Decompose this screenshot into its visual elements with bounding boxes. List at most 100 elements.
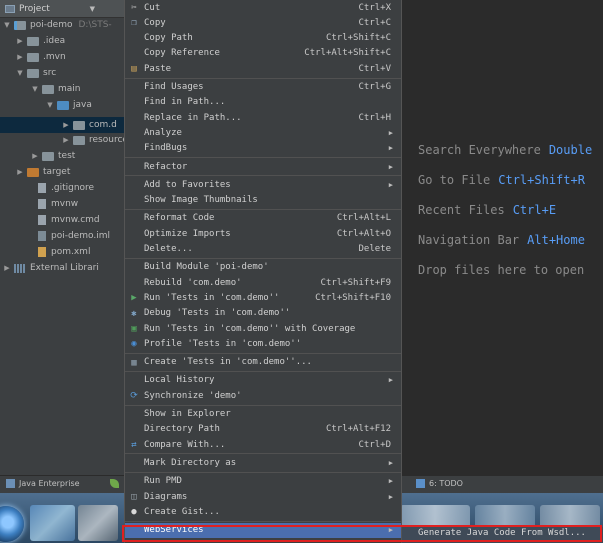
menu-item-run-pmd[interactable]: Run PMD ▶: [125, 474, 401, 489]
tree-item-external-librari[interactable]: ▶ External Librari: [0, 260, 128, 276]
todo-icon: [416, 479, 425, 488]
menu-item-reformat-code[interactable]: Reformat Code Ctrl+Alt+L: [125, 211, 401, 226]
menu-separator: [125, 257, 401, 259]
chevron-right-icon: ▶: [388, 180, 393, 189]
chevron-right-icon[interactable]: ▶: [16, 37, 24, 45]
menu-item-replace-in-path[interactable]: Replace in Path... Ctrl+H: [125, 110, 401, 125]
menu-item-create-tests-in-com-demo[interactable]: ▦ Create 'Tests in 'com.demo''...: [125, 355, 401, 370]
file-icon: [38, 215, 46, 225]
menu-item-label: Show Image Thumbnails: [144, 195, 258, 206]
project-header[interactable]: Project ▼: [0, 0, 125, 18]
context-menu: ✂ Cut Ctrl+X ❐ Copy Ctrl+C Copy Path Ctrl+Shift…: [124, 0, 402, 543]
menu-item-shortcut: Ctrl+C: [358, 17, 391, 28]
menu-item-label: Find in Path...: [144, 97, 226, 108]
menu-item-optimize-imports[interactable]: Optimize Imports Ctrl+Alt+O: [125, 226, 401, 241]
chevron-right-icon: ▶: [388, 376, 393, 385]
menu-item-label: Mark Directory as: [144, 457, 237, 468]
editor-empty-area[interactable]: Search Everywhere Double Go to File Ctrl+Sh…: [403, 0, 603, 475]
chevron-right-icon[interactable]: ▶: [62, 136, 70, 144]
menu-item-compare-with[interactable]: ⇄ Compare With... Ctrl+D: [125, 437, 401, 452]
menu-item-add-to-favorites[interactable]: Add to Favorites ▶: [125, 177, 401, 192]
module-icon: [14, 20, 26, 30]
chevron-down-icon[interactable]: ▼: [3, 21, 11, 29]
menu-item-show-image-thumbnails[interactable]: Show Image Thumbnails: [125, 193, 401, 208]
run-icon: ▶: [131, 293, 137, 304]
menu-item-find-usages[interactable]: Find Usages Ctrl+G: [125, 80, 401, 95]
menu-item-label: Add to Favorites: [144, 179, 231, 190]
menu-item-create-gist[interactable]: ● Create Gist...: [125, 504, 401, 519]
chevron-right-icon[interactable]: ▶: [31, 152, 39, 160]
menu-item-rebuild-com-demo[interactable]: Rebuild 'com.demo' Ctrl+Shift+F9: [125, 275, 401, 290]
library-icon: [14, 263, 26, 273]
hint-text: Navigation Bar: [418, 233, 520, 247]
todo-tab[interactable]: 6: TODO: [416, 479, 463, 488]
project-tool-window: Project ▼ ▼ poi-demo D:\STS- ▶ .idea ▶ .mvn ▼ sr…: [0, 0, 187, 475]
menu-item-copy-path[interactable]: Copy Path Ctrl+Shift+C: [125, 31, 401, 46]
project-header-label: Project: [19, 3, 50, 14]
menu-item-label: Diagrams: [144, 491, 188, 502]
menu-item-diagrams[interactable]: ◫ Diagrams ▶: [125, 489, 401, 504]
tree-item-src[interactable]: ▼ src: [0, 65, 141, 81]
chevron-down-icon[interactable]: ▼: [46, 101, 54, 109]
taskbar-app-icon[interactable]: [30, 505, 75, 541]
menu-item-directory-path[interactable]: Directory Path Ctrl+Alt+F12: [125, 422, 401, 437]
menu-item-label: Show in Explorer: [144, 409, 231, 419]
leaf-icon[interactable]: [110, 479, 123, 488]
tree-item-idea[interactable]: ▶ .idea: [0, 33, 141, 49]
menu-item-label: Replace in Path...: [144, 112, 242, 123]
tree-item-label: java: [73, 100, 92, 110]
chevron-right-icon[interactable]: ▶: [16, 168, 24, 176]
chevron-right-icon[interactable]: ▶: [16, 53, 24, 61]
menu-item-cut[interactable]: ✂ Cut Ctrl+X: [125, 0, 401, 15]
menu-item-label: Create Gist...: [144, 506, 220, 517]
menu-item-debug-tests-in-com-demo[interactable]: ✱ Debug 'Tests in 'com.demo'': [125, 306, 401, 321]
menu-item-find-in-path[interactable]: Find in Path...: [125, 95, 401, 110]
menu-item-run-tests-in-com-demo[interactable]: ▶ Run 'Tests in 'com.demo'' Ctrl+Shift+F10: [125, 290, 401, 305]
chevron-right-icon: ▶: [388, 492, 393, 501]
menu-separator: [125, 352, 401, 354]
menu-item-refactor[interactable]: Refactor ▶: [125, 159, 401, 174]
menu-item-delete[interactable]: Delete... Delete: [125, 242, 401, 257]
chevron-down-icon[interactable]: ▼: [16, 69, 24, 77]
menu-item-local-history[interactable]: Local History ▶: [125, 373, 401, 388]
java-enterprise-tab[interactable]: Java Enterprise: [6, 479, 80, 488]
menu-item-mark-directory-as[interactable]: Mark Directory as ▶: [125, 455, 401, 470]
chevron-right-icon: ▶: [388, 144, 393, 153]
menu-separator: [125, 370, 401, 372]
tree-item-label: target: [43, 167, 71, 177]
java-enterprise-label: Java Enterprise: [19, 479, 80, 488]
chevron-down-icon[interactable]: ▼: [31, 85, 39, 93]
menu-item-label: Copy Path: [144, 33, 193, 44]
menu-item-shortcut: Ctrl+G: [358, 82, 391, 92]
menu-item-build-module-poi-demo[interactable]: Build Module 'poi-demo': [125, 260, 401, 275]
chevron-down-icon[interactable]: ▼: [90, 5, 95, 13]
tree-item-poi-demo[interactable]: ▼ poi-demo D:\STS-: [0, 17, 128, 33]
java-enterprise-icon: [6, 479, 15, 488]
menu-item-analyze[interactable]: Analyze ▶: [125, 125, 401, 140]
menu-item-label: Run PMD: [144, 476, 182, 487]
hint-shortcut: Double: [548, 143, 593, 157]
menu-item-findbugs[interactable]: FindBugs ▶: [125, 141, 401, 156]
package-icon: [73, 120, 85, 130]
chevron-right-icon[interactable]: ▶: [62, 121, 70, 129]
menu-item-label: Paste: [144, 63, 172, 74]
menu-item-profile-tests-in-com-demo[interactable]: ◉ Profile 'Tests in 'com.demo'': [125, 336, 401, 351]
tree-item-label: .gitignore: [51, 183, 95, 193]
chevron-right-icon[interactable]: ▶: [3, 264, 11, 272]
menu-separator: [125, 175, 401, 177]
menu-item-copy-reference[interactable]: Copy Reference Ctrl+Alt+Shift+C: [125, 46, 401, 61]
menu-item-synchronize-demo[interactable]: ⟳ Synchronize 'demo': [125, 388, 401, 403]
menu-item-paste[interactable]: ▤ Paste Ctrl+V: [125, 61, 401, 76]
taskbar-app-icon[interactable]: [78, 505, 118, 541]
tree-item-mvn[interactable]: ▶ .mvn: [0, 49, 141, 65]
tree-item-label: poi-demo: [30, 20, 73, 30]
folder-icon: [42, 151, 54, 161]
menu-item-run-tests-in-com-demo-with-coverage[interactable]: ▣ Run 'Tests in 'com.demo'' with Coverage: [125, 321, 401, 336]
menu-item-copy[interactable]: ❐ Copy Ctrl+C: [125, 15, 401, 30]
tree-item-target[interactable]: ▶ target: [0, 164, 141, 180]
menu-item-label: Directory Path: [144, 424, 220, 435]
menu-item-label: Compare With...: [144, 439, 226, 450]
tree-item-label: com.d: [89, 120, 117, 130]
menu-item-show-in-explorer[interactable]: Show in Explorer: [125, 407, 401, 422]
hint-shortcut: Ctrl+Shift+R: [498, 173, 585, 187]
